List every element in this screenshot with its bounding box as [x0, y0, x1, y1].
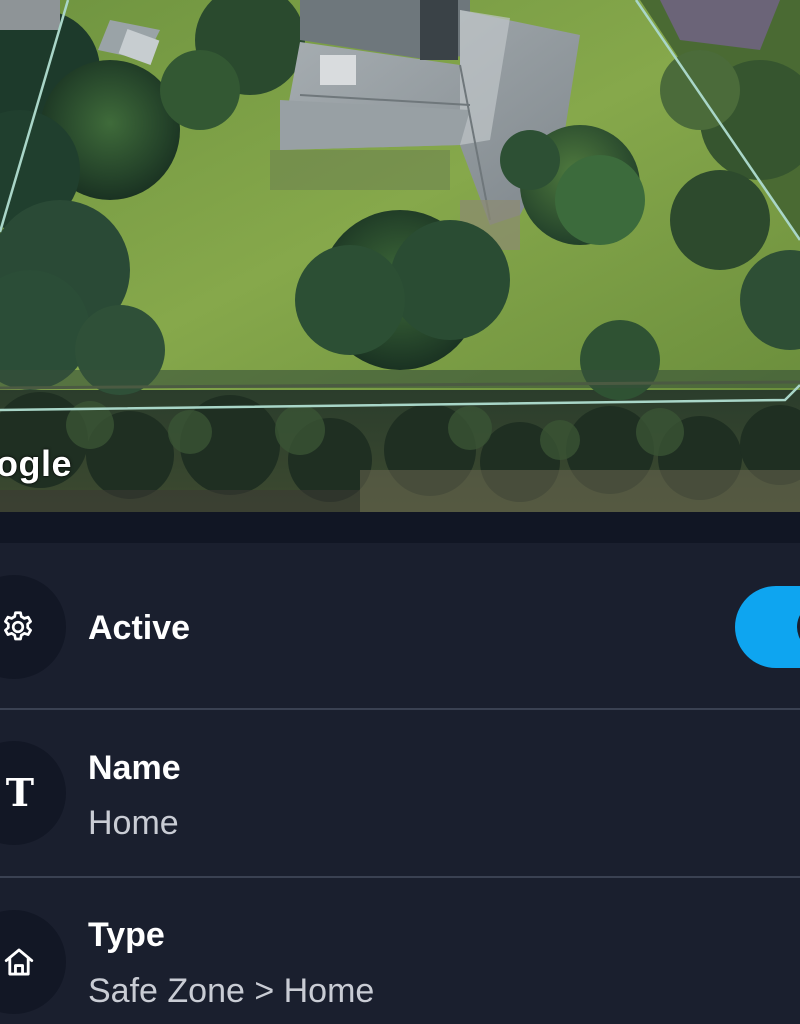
- active-toggle[interactable]: [735, 586, 800, 668]
- text-icon: T: [0, 741, 66, 845]
- type-value: Safe Zone > Home: [88, 972, 375, 1010]
- geofence-settings-screen: ogle Active T Name Home Type Safe Zone >…: [0, 0, 800, 1024]
- zone-settings-list: Active T Name Home Type Safe Zone > Home: [0, 543, 800, 1024]
- name-label: Name: [88, 749, 181, 787]
- type-label: Type: [88, 916, 165, 954]
- setting-row-name[interactable]: T Name Home: [0, 709, 800, 876]
- gear-icon: [0, 575, 66, 679]
- name-value: Home: [88, 804, 179, 842]
- satellite-map[interactable]: ogle: [0, 0, 800, 512]
- map-imagery: [0, 0, 800, 512]
- map-sheet-separator: [0, 512, 800, 543]
- setting-row-type[interactable]: Type Safe Zone > Home: [0, 877, 800, 1024]
- home-icon: [0, 910, 66, 1014]
- map-attribution-logo: ogle: [0, 443, 73, 484]
- active-label: Active: [88, 609, 191, 647]
- setting-row-active: Active: [0, 543, 800, 708]
